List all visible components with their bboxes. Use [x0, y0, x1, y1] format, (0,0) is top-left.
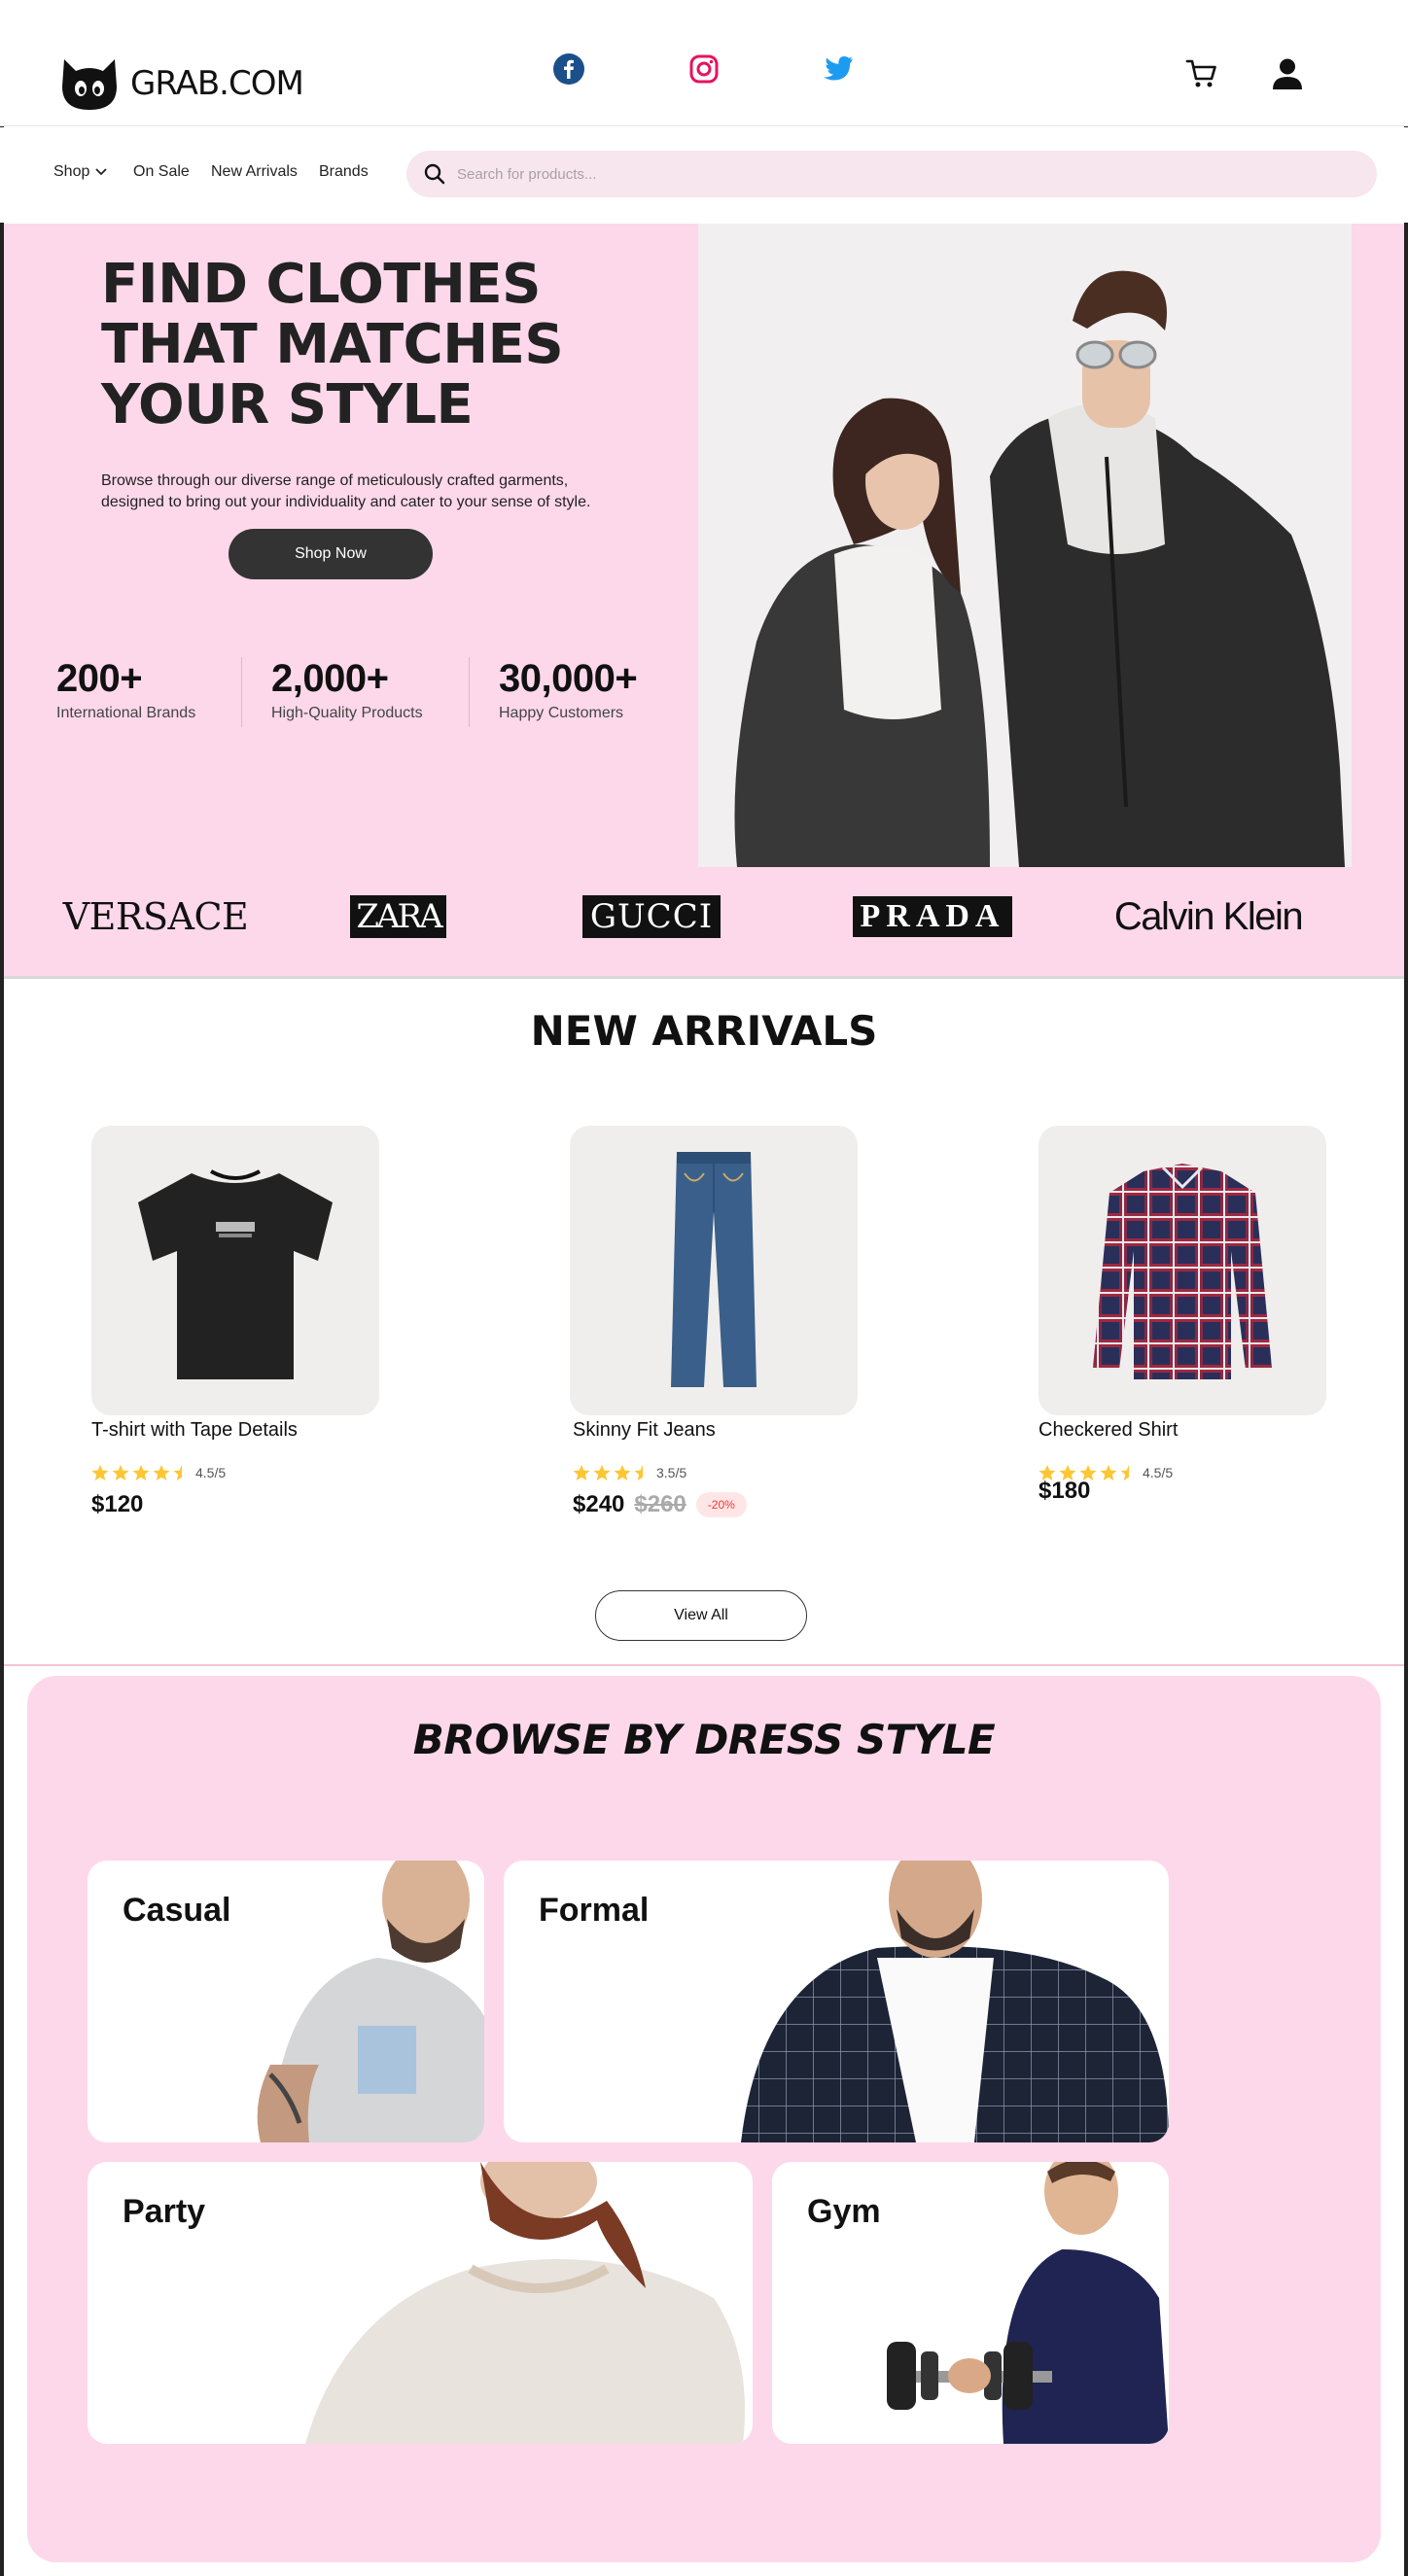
shop-now-button[interactable]: Shop Now [229, 529, 433, 579]
search-icon[interactable] [424, 163, 445, 185]
style-card-label: Party [123, 2193, 206, 2230]
brand-versace[interactable]: VERSACE [63, 894, 249, 939]
logo-text: GRAB.COM [130, 64, 304, 103]
nav-shop-label: Shop [53, 163, 90, 180]
brand-gucci[interactable]: GUCCI [574, 894, 729, 939]
nav-new-arrivals[interactable]: New Arrivals [211, 163, 298, 181]
browse-title: BROWSE BY DRESS STYLE [412, 1716, 996, 1763]
brand-calvin-klein[interactable]: Calvin Klein [1104, 894, 1313, 939]
stat-divider [469, 657, 470, 727]
product-name[interactable]: T-shirt with Tape Details [91, 1419, 298, 1442]
rating-text: 3.5/5 [656, 1465, 687, 1480]
chevron-down-icon [95, 168, 108, 176]
user-account-icon[interactable] [1268, 54, 1307, 93]
product-image-shirt[interactable] [1038, 1126, 1326, 1415]
style-card-label: Gym [807, 2193, 881, 2230]
product-price: $240 $260 -20% [573, 1491, 747, 1518]
stat-value: 30,000+ [499, 657, 638, 700]
product-image-tshirt[interactable] [91, 1126, 379, 1415]
product-price: $180 [1038, 1478, 1090, 1505]
product-rating: 4.5/5 [91, 1464, 226, 1481]
discount-badge: -20% [695, 1492, 747, 1517]
price-current: $240 [573, 1491, 625, 1517]
price-current: $120 [91, 1491, 144, 1517]
party-model-image [305, 2162, 745, 2444]
twitter-icon[interactable] [822, 52, 855, 86]
price-current: $180 [1038, 1478, 1091, 1504]
stat-divider [241, 657, 242, 727]
instagram-icon[interactable] [687, 52, 721, 86]
brand-gucci-logo: GUCCI [581, 895, 722, 938]
search-bar [406, 151, 1377, 197]
product-price: $120 [91, 1491, 143, 1518]
formal-model-image [741, 1861, 1169, 2142]
rating-text: 4.5/5 [195, 1465, 227, 1480]
style-card-label: Casual [123, 1892, 231, 1929]
product-image-jeans[interactable] [570, 1126, 858, 1415]
stat-value: 200+ [56, 657, 143, 700]
nav-on-sale[interactable]: On Sale [133, 163, 190, 181]
brand-versace-logo: VERSACE [62, 895, 249, 938]
hero-description: Browse through our diverse range of meti… [101, 472, 591, 510]
brand-prada[interactable]: PRADA [836, 894, 1029, 939]
cart-icon[interactable] [1182, 54, 1221, 93]
hero-couple-image [698, 224, 1352, 867]
nav-shop[interactable]: Shop [53, 163, 108, 181]
brand-prada-logo: PRADA [852, 896, 1013, 937]
product-name[interactable]: Checkered Shirt [1038, 1419, 1178, 1442]
product-name[interactable]: Skinny Fit Jeans [573, 1419, 716, 1442]
style-card-formal[interactable]: Formal [504, 1861, 1169, 2142]
rating-text: 4.5/5 [1143, 1465, 1174, 1480]
stat-label: Happy Customers [499, 705, 624, 721]
hero-title: FIND CLOTHES THAT MATCHES YOUR STYLE [101, 253, 564, 436]
product-rating: 3.5/5 [573, 1464, 686, 1481]
logo[interactable]: GRAB.COM [58, 53, 304, 114]
cat-logo-icon [62, 59, 117, 110]
gym-model-image [887, 2162, 1169, 2444]
brand-zara[interactable]: ZARA [350, 894, 446, 939]
nav-brands[interactable]: Brands [319, 163, 369, 181]
brand-calvin-klein-logo: Calvin Klein [1113, 894, 1304, 938]
brand-zara-logo: ZARA [350, 895, 446, 938]
style-card-party[interactable]: Party [88, 2162, 753, 2444]
stat-label: International Brands [56, 705, 196, 721]
star-rating-icon [573, 1464, 646, 1481]
star-rating-icon [91, 1464, 185, 1481]
section-divider [4, 976, 1404, 979]
price-original: $260 [634, 1491, 686, 1517]
section-divider [4, 1664, 1404, 1666]
style-card-casual[interactable]: Casual [88, 1861, 484, 2142]
stat-brands: 200+ International Brands [56, 657, 195, 722]
casual-model-image [257, 1861, 484, 2142]
style-card-gym[interactable]: Gym [772, 2162, 1169, 2444]
stat-customers: 30,000+ Happy Customers [499, 657, 638, 722]
stat-value: 2,000+ [271, 657, 389, 700]
view-all-button[interactable]: View All [595, 1590, 807, 1641]
style-card-label: Formal [539, 1892, 650, 1929]
new-arrivals-title: NEW ARRIVALS [530, 1007, 878, 1055]
stat-products: 2,000+ High-Quality Products [271, 657, 423, 722]
search-input[interactable] [457, 165, 1332, 183]
facebook-icon[interactable] [552, 52, 585, 86]
stat-label: High-Quality Products [271, 705, 423, 721]
